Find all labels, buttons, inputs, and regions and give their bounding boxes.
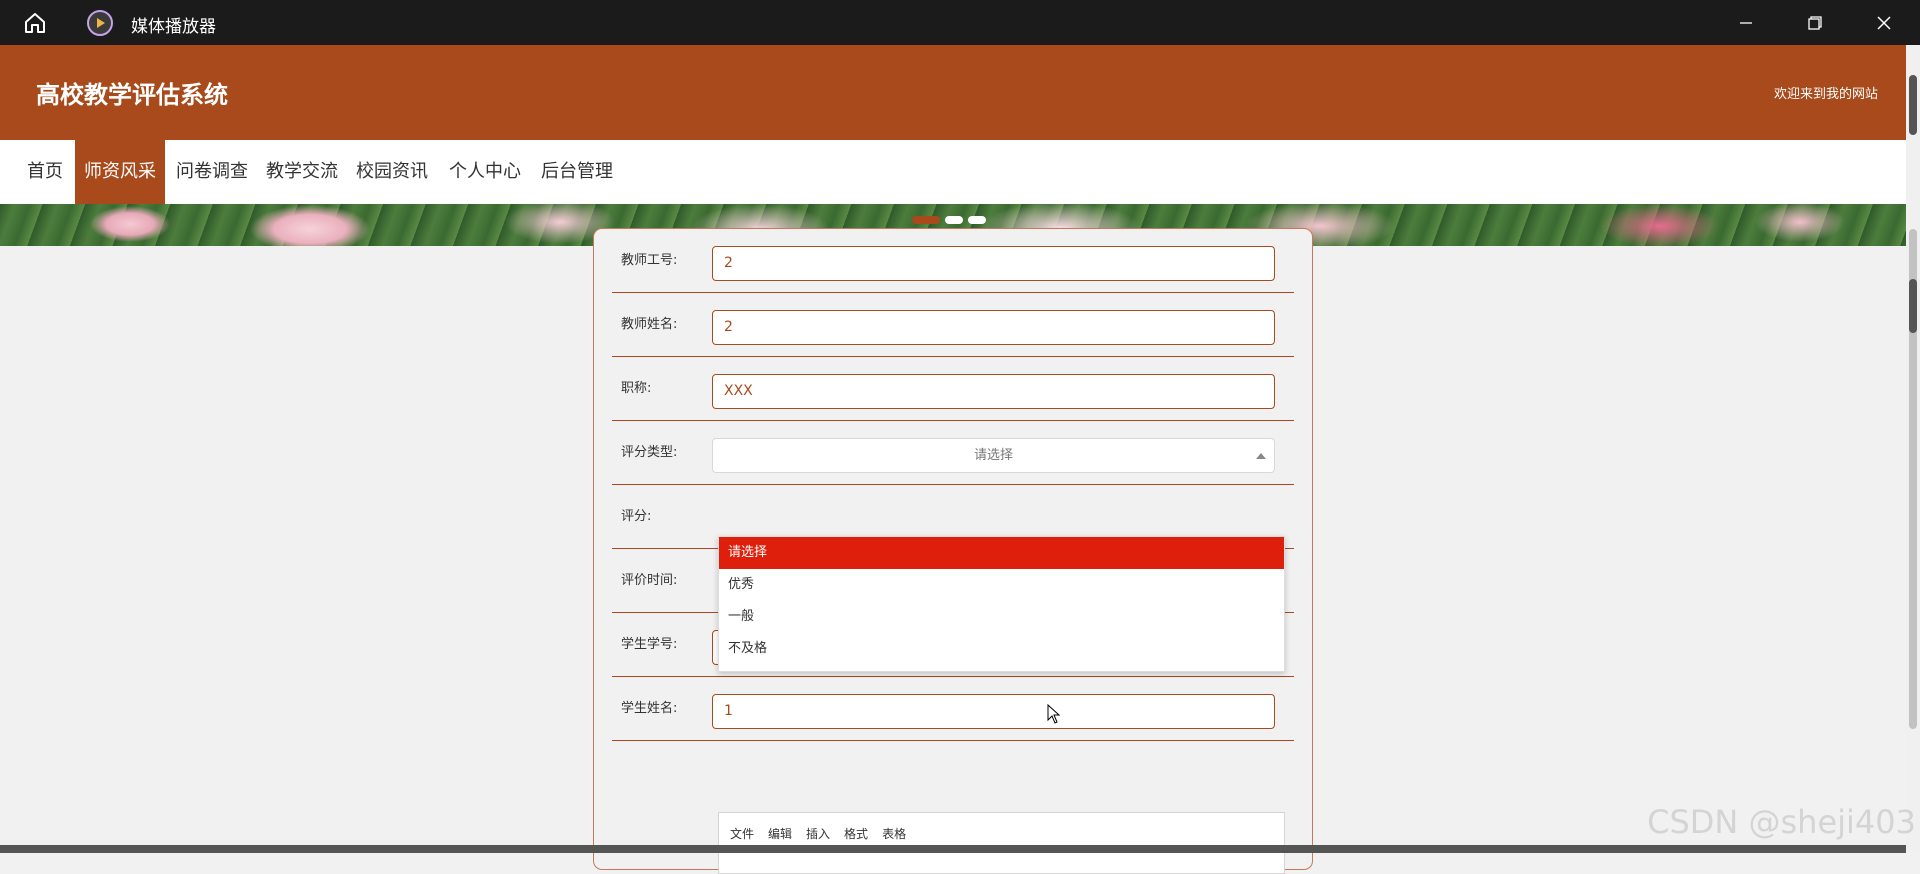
maximize-button[interactable] xyxy=(1787,0,1843,45)
carousel-dot-2[interactable] xyxy=(945,216,963,224)
form-row-teacher-name: 教师姓名: 2 xyxy=(612,293,1294,357)
score-type-value: 请选择 xyxy=(973,448,1013,463)
nav-item-home[interactable]: 首页 xyxy=(18,140,72,204)
maximize-icon xyxy=(1808,15,1822,30)
editor-menu-edit[interactable]: 编辑 xyxy=(768,827,792,841)
nav-item-teaching-exchange[interactable]: 教学交流 xyxy=(257,140,347,204)
dropdown-option-average[interactable]: 一般 xyxy=(719,601,1284,633)
title-input[interactable]: XXX xyxy=(712,374,1275,409)
nav-item-faculty[interactable]: 师资风采 xyxy=(75,140,165,204)
page-scrollbar[interactable] xyxy=(1906,45,1920,853)
form-row-title: 职称: XXX xyxy=(612,357,1294,421)
scrollbar-marker xyxy=(1909,75,1917,135)
label-title: 职称: xyxy=(621,381,652,396)
editor-menu-format[interactable]: 格式 xyxy=(844,827,868,841)
label-teacher-name: 教师姓名: xyxy=(621,317,678,332)
dropdown-option-please-select[interactable]: 请选择 xyxy=(719,537,1284,569)
carousel-indicators xyxy=(912,216,991,226)
minimize-button[interactable] xyxy=(1718,0,1774,45)
student-name-input[interactable]: 1 xyxy=(712,694,1275,729)
label-eval-time: 评价时间: xyxy=(621,573,678,588)
teacher-name-input[interactable]: 2 xyxy=(712,310,1275,345)
nav-item-survey[interactable]: 问卷调查 xyxy=(167,140,257,204)
welcome-text: 欢迎来到我的网站 xyxy=(1773,87,1878,102)
dropdown-option-excellent[interactable]: 优秀 xyxy=(719,569,1284,601)
label-student-id: 学生学号: xyxy=(621,637,678,652)
label-score: 评分: xyxy=(621,509,652,524)
mouse-cursor-icon xyxy=(1047,703,1061,728)
teacher-id-input[interactable]: 2 xyxy=(712,246,1275,281)
form-row-student-name: 学生姓名: 1 xyxy=(612,677,1294,741)
site-header: 高校教学评估系统 欢迎来到我的网站 xyxy=(0,45,1906,140)
chevron-up-icon xyxy=(1256,453,1266,459)
score-type-dropdown: 请选择 优秀 一般 不及格 xyxy=(718,536,1285,672)
score-type-select[interactable]: 请选择 xyxy=(712,438,1275,473)
main-nav: 首页 师资风采 问卷调查 教学交流 校园资讯 个人中心 后台管理 xyxy=(0,140,1906,204)
watermark-text: CSDN @sheji403 xyxy=(1647,803,1916,841)
rich-text-editor[interactable]: 文件 编辑 插入 格式 表格 xyxy=(718,812,1285,874)
form-row-teacher-id: 教师工号: 2 xyxy=(612,229,1294,293)
carousel-dot-3[interactable] xyxy=(968,216,986,224)
site-title: 高校教学评估系统 xyxy=(36,81,228,109)
label-student-name: 学生姓名: xyxy=(621,701,678,716)
editor-menu-file[interactable]: 文件 xyxy=(730,827,754,841)
nav-item-admin[interactable]: 后台管理 xyxy=(532,140,622,204)
window-titlebar: 媒体播放器 xyxy=(0,0,1920,45)
scrollbar-marker-secondary xyxy=(1909,279,1917,333)
label-score-type: 评分类型: xyxy=(621,445,678,460)
close-button[interactable] xyxy=(1856,0,1912,45)
editor-menu-insert[interactable]: 插入 xyxy=(806,827,830,841)
minimize-icon xyxy=(1740,21,1752,24)
editor-menu-table[interactable]: 表格 xyxy=(882,827,906,841)
bottom-edge xyxy=(0,845,1906,853)
media-player-icon xyxy=(87,10,113,36)
window-title: 媒体播放器 xyxy=(131,17,216,37)
label-teacher-id: 教师工号: xyxy=(621,253,678,268)
nav-item-campus-news[interactable]: 校园资讯 xyxy=(347,140,437,204)
close-icon xyxy=(1877,15,1891,30)
home-icon[interactable] xyxy=(22,10,48,36)
carousel-dot-1[interactable] xyxy=(912,216,940,224)
dropdown-option-fail[interactable]: 不及格 xyxy=(719,633,1284,665)
nav-item-personal-center[interactable]: 个人中心 xyxy=(440,140,530,204)
editor-menubar: 文件 编辑 插入 格式 表格 xyxy=(730,825,920,842)
form-row-score-type: 评分类型: 请选择 xyxy=(612,421,1294,485)
